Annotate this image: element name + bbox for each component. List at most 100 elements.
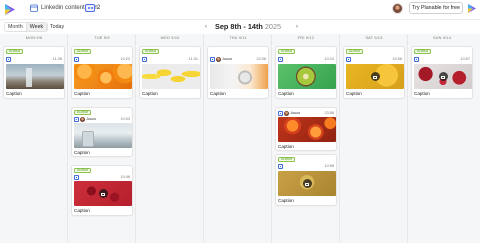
day-header: MON 9/8 (25, 36, 43, 40)
planable-logo-icon[interactable] (4, 3, 16, 16)
post-card[interactable]: Author 10:58 Caption (343, 46, 405, 99)
post-time: 10:58 (324, 164, 334, 168)
post-caption: Caption (74, 208, 90, 213)
view-switcher: Month Week (4, 22, 49, 32)
day-header: THU 9/11 (229, 36, 247, 40)
status-badge: Author (346, 49, 364, 54)
video-icon (98, 189, 108, 198)
author-avatar (284, 111, 289, 116)
members-indicator[interactable]: 2 (85, 4, 100, 12)
week-grid: MON 9/8 Author 11:28 Caption TUE 9/9 Aut… (0, 34, 480, 243)
linkedin-icon (142, 57, 147, 62)
post-caption: Caption (210, 91, 226, 96)
members-icon (85, 4, 95, 12)
post-time: 10:03 (120, 117, 130, 121)
post-time: 11:28 (52, 57, 62, 61)
post-card[interactable]: Author 10:24 Caption (275, 46, 337, 99)
post-caption: Caption (278, 198, 294, 203)
post-image (74, 123, 132, 148)
post-time: 10:24 (324, 57, 334, 61)
video-icon (302, 179, 312, 188)
post-video (414, 64, 472, 89)
day-column-mon[interactable]: MON 9/8 Author 11:28 Caption (0, 34, 68, 243)
linkedin-icon (6, 57, 11, 62)
post-caption: Caption (142, 91, 158, 96)
linkedin-icon (414, 57, 419, 62)
status-badge: Author (278, 157, 296, 162)
post-image (142, 64, 200, 89)
post-caption: Caption (414, 91, 430, 96)
date-range-year: 2025 (264, 22, 282, 31)
user-avatar[interactable] (392, 3, 403, 14)
status-badge: Author (142, 49, 160, 54)
top-bar: Linkedin content plan 2 Try Planable for… (0, 0, 480, 20)
day-header: SAT 9/13 (365, 36, 383, 40)
author-avatar (216, 57, 221, 62)
status-badge: Author (74, 49, 92, 54)
day-column-sat[interactable]: SAT 9/13 Author 10:58 Caption (340, 34, 408, 243)
post-card[interactable]: Author 11:31 Caption (139, 46, 201, 99)
status-badge: Author (278, 49, 296, 54)
day-column-tue[interactable]: TUE 9/9 Author 10:23 Caption Author Juuz… (68, 34, 136, 243)
linkedin-icon (278, 111, 283, 116)
status-badge: Author (6, 49, 24, 54)
post-video (346, 64, 404, 89)
linkedin-icon (346, 57, 351, 62)
post-image (74, 64, 132, 89)
post-caption: Caption (74, 91, 90, 96)
day-column-thu[interactable]: THU 9/11 Juuzo 22:08 Caption (204, 34, 272, 243)
author-name: Juuzo (86, 117, 97, 121)
calendar-icon (30, 4, 38, 12)
day-column-wed[interactable]: WED 9/10 Author 11:31 Caption (136, 34, 204, 243)
view-month-button[interactable]: Month (5, 23, 26, 31)
post-caption: Caption (278, 144, 294, 149)
linkedin-icon (74, 117, 79, 122)
post-time: 10:57 (460, 57, 470, 61)
post-card[interactable]: Juuzo 22:08 Caption (207, 46, 269, 99)
post-card[interactable]: Author 10:23 Caption (71, 46, 133, 99)
try-planable-button[interactable]: Try Planable for free (409, 2, 463, 14)
post-card[interactable]: Author 10:57 Caption (411, 46, 473, 99)
post-card[interactable]: Author 11:28 Caption (3, 46, 65, 99)
post-time: 11:31 (188, 57, 198, 61)
linkedin-icon (210, 57, 215, 62)
status-badge: Author (74, 110, 92, 115)
post-time: 10:46 (120, 175, 130, 179)
chevron-left-icon[interactable]: ‹ (205, 23, 207, 31)
post-card[interactable]: Author 10:46 Caption (71, 165, 133, 216)
day-header: SUN 9/14 (432, 36, 452, 40)
post-time: 23:58 (324, 111, 334, 115)
linkedin-icon (74, 175, 79, 180)
post-video (278, 171, 336, 196)
day-header: FRI 9/12 (297, 36, 315, 40)
chevron-right-icon[interactable]: › (296, 23, 298, 31)
today-button[interactable]: Today (50, 23, 64, 31)
post-card[interactable]: Author 10:58 Caption (275, 154, 337, 206)
planable-mark-icon[interactable] (467, 3, 477, 14)
view-week-button[interactable]: Week (25, 23, 48, 31)
post-card[interactable]: Juuzo 23:58 Caption (275, 107, 337, 151)
day-column-sun[interactable]: SUN 9/14 Author 10:57 Caption (408, 34, 480, 243)
date-range-label: Sep 8th - 14th (215, 22, 263, 31)
linkedin-icon (278, 57, 283, 62)
author-name: Juuzo (222, 57, 233, 61)
video-icon (370, 72, 380, 81)
post-image (278, 117, 336, 142)
author-avatar (80, 117, 85, 122)
post-card[interactable]: Author Juuzo 10:03 Caption (71, 107, 133, 157)
day-column-fri[interactable]: FRI 9/12 Author 10:24 Caption Juuzo 23:5… (272, 34, 340, 243)
post-caption: Caption (6, 91, 22, 96)
post-caption: Caption (346, 91, 362, 96)
video-icon (438, 72, 448, 81)
author-name: Juuzo (290, 111, 301, 115)
calendar-toolbar: Month Week Today ‹ Sep 8th - 14th 2025 › (0, 20, 480, 34)
linkedin-icon (74, 57, 79, 62)
day-header: TUE 9/9 (94, 36, 110, 40)
post-time: 10:23 (120, 57, 130, 61)
members-count: 2 (97, 5, 101, 11)
post-video (74, 181, 132, 206)
post-image (210, 64, 268, 89)
post-image (278, 64, 336, 89)
post-time: 22:08 (256, 57, 266, 61)
status-badge: Author (74, 168, 92, 173)
